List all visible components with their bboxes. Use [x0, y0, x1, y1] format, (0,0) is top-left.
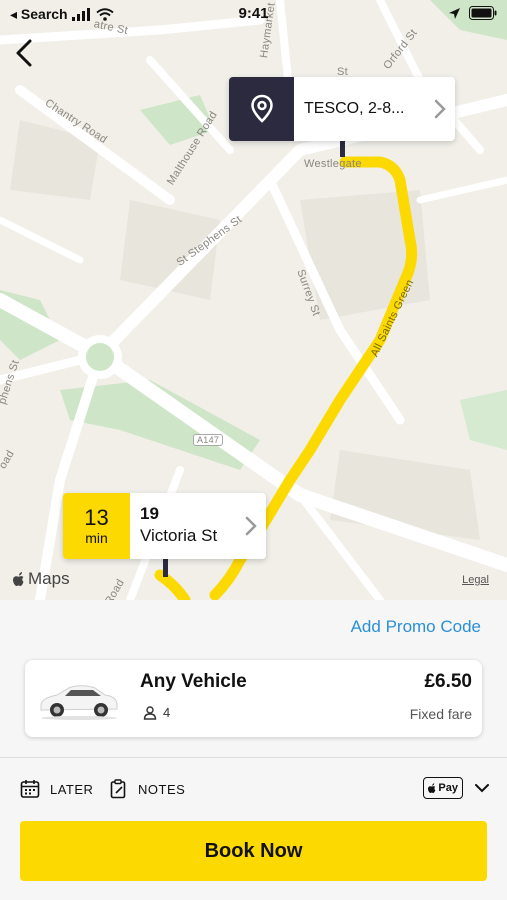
chevron-left-icon [16, 39, 32, 67]
fare-type: Fixed fare [409, 706, 472, 722]
apple-pay-badge: Pay [423, 777, 463, 799]
maps-attribution-label: Maps [28, 569, 70, 588]
booking-sheet: Add Promo Code Any Vehicle 4 £6.50 Fixed… [0, 600, 507, 900]
battery-icon [469, 6, 497, 20]
map-pin-icon [250, 94, 273, 123]
apple-logo-icon [13, 571, 24, 586]
book-now-button[interactable]: Book Now [20, 821, 487, 881]
origin-pin-stem [163, 559, 168, 577]
status-bar: ◂ Search 9:41 [0, 0, 507, 28]
clock: 9:41 [238, 5, 269, 22]
location-arrow-icon [449, 7, 460, 19]
person-icon [143, 705, 157, 720]
vehicle-option-card[interactable]: Any Vehicle 4 £6.50 Fixed fare [25, 660, 482, 737]
notes-label: NOTES [138, 781, 186, 797]
back-button[interactable] [12, 38, 40, 68]
later-button[interactable]: LATER [20, 774, 93, 804]
map-view[interactable]: Chantry Road Malthouse Road St Stephens … [0, 0, 507, 600]
booking-options-row: LATER NOTES Pay [0, 774, 507, 804]
origin-address-line2: Victoria St [140, 526, 218, 545]
destination-pin-stem [340, 141, 345, 157]
seat-count: 4 [143, 705, 170, 720]
calendar-icon [20, 780, 40, 798]
payment-badge-label: Pay [438, 782, 458, 794]
origin-callout[interactable]: 13 min 19 Victoria St [63, 493, 266, 559]
chevron-down-icon [475, 783, 489, 792]
later-label: LATER [50, 781, 94, 797]
road-shield: A147 [193, 434, 224, 446]
chevron-right-icon [236, 493, 266, 559]
add-promo-code-link[interactable]: Add Promo Code [351, 617, 481, 637]
apple-logo-icon [428, 782, 436, 793]
notes-button[interactable]: NOTES [110, 774, 185, 804]
legal-link[interactable]: Legal [462, 574, 489, 586]
maps-attribution: Maps [13, 569, 70, 589]
origin-address-line1: 19 [140, 504, 159, 523]
eta-unit: min [85, 530, 108, 546]
destination-icon-box [229, 77, 294, 141]
destination-label: TESCO, 2-8... [304, 100, 405, 117]
payment-method-selector[interactable]: Pay [423, 777, 489, 799]
eta-value: 13 [84, 505, 109, 530]
car-icon [40, 685, 118, 720]
fare-price: £6.50 [424, 671, 472, 692]
chevron-right-icon [425, 77, 455, 141]
street-label: Westlegate [304, 158, 362, 170]
origin-address: 19 Victoria St [130, 493, 236, 559]
eta-box: 13 min [63, 493, 130, 559]
destination-callout[interactable]: TESCO, 2-8... [229, 77, 455, 141]
vehicle-name: Any Vehicle [140, 671, 247, 692]
notes-icon [110, 779, 126, 799]
seat-count-value: 4 [163, 705, 171, 720]
divider [0, 757, 507, 758]
